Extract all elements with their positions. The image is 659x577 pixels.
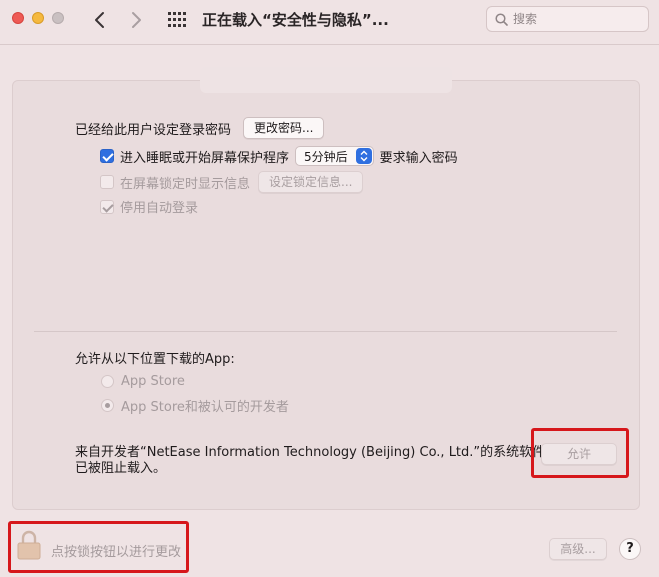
login-password-label: 已经给此用户设定登录密码	[75, 122, 232, 138]
download-heading: 允许从以下位置下载的App:	[75, 348, 235, 367]
require-password-suffix: 要求输入密码	[379, 150, 458, 166]
app-store-radio[interactable]	[101, 375, 114, 388]
help-button[interactable]: ?	[619, 538, 641, 560]
forward-arrow-icon[interactable]	[126, 10, 146, 30]
auto-login-row: 停用自动登录	[100, 197, 198, 216]
lock-message-row: 在屏幕锁定时显示信息 设定锁定信息...	[100, 171, 364, 193]
title-bar: 正在载入“安全性与隐私”...	[0, 0, 659, 45]
require-password-row: 进入睡眠或开始屏幕保护程序 5分钟后 要求输入密码	[100, 146, 458, 166]
identified-developers-label: App Store和被认可的开发者	[121, 400, 289, 415]
search-icon	[495, 13, 508, 26]
disable-auto-login-checkbox[interactable]	[100, 199, 114, 214]
require-password-delay-value: 5分钟后	[304, 149, 348, 164]
close-window-button[interactable]	[12, 12, 24, 24]
blocked-message-line2: 已被阻止载入。	[75, 461, 167, 476]
require-password-checkbox[interactable]	[100, 149, 114, 163]
show-all-grid-icon[interactable]	[168, 12, 186, 28]
zoom-window-button[interactable]	[52, 12, 64, 24]
download-option-identified[interactable]: App Store和被认可的开发者	[101, 396, 289, 415]
advanced-button[interactable]: 高级...	[549, 538, 607, 560]
back-arrow-icon[interactable]	[90, 10, 110, 30]
login-password-row: 已经给此用户设定登录密码 更改密码...	[75, 117, 325, 139]
download-option-app-store[interactable]: App Store	[101, 374, 185, 389]
disable-auto-login-label: 停用自动登录	[120, 201, 199, 216]
section-divider	[34, 331, 617, 332]
download-heading-text: 允许从以下位置下载的App:	[75, 352, 235, 367]
identified-developers-radio[interactable]	[101, 399, 114, 412]
lock-message-label: 在屏幕锁定时显示信息	[120, 176, 251, 192]
minimize-window-button[interactable]	[32, 12, 44, 24]
chevron-up-down-icon	[355, 148, 372, 164]
blocked-software-message: 来自开发者“NetEase Information Technology (Be…	[75, 445, 545, 477]
change-password-button[interactable]: 更改密码...	[243, 117, 325, 139]
lock-message-checkbox[interactable]	[100, 175, 114, 189]
require-password-delay-select[interactable]: 5分钟后	[295, 146, 374, 166]
search-field[interactable]	[486, 6, 649, 32]
window-title: 正在载入“安全性与隐私”...	[202, 11, 389, 29]
app-store-label: App Store	[121, 374, 185, 389]
tab-strip-placeholder	[200, 67, 452, 93]
set-lock-message-button[interactable]: 设定锁定信息...	[258, 171, 364, 193]
require-password-label: 进入睡眠或开始屏幕保护程序	[120, 150, 290, 166]
search-input[interactable]	[513, 10, 643, 28]
blocked-message-line1: 来自开发者“NetEase Information Technology (Be…	[75, 445, 546, 460]
highlight-allow-box	[531, 428, 629, 478]
highlight-lock-box	[8, 521, 189, 573]
